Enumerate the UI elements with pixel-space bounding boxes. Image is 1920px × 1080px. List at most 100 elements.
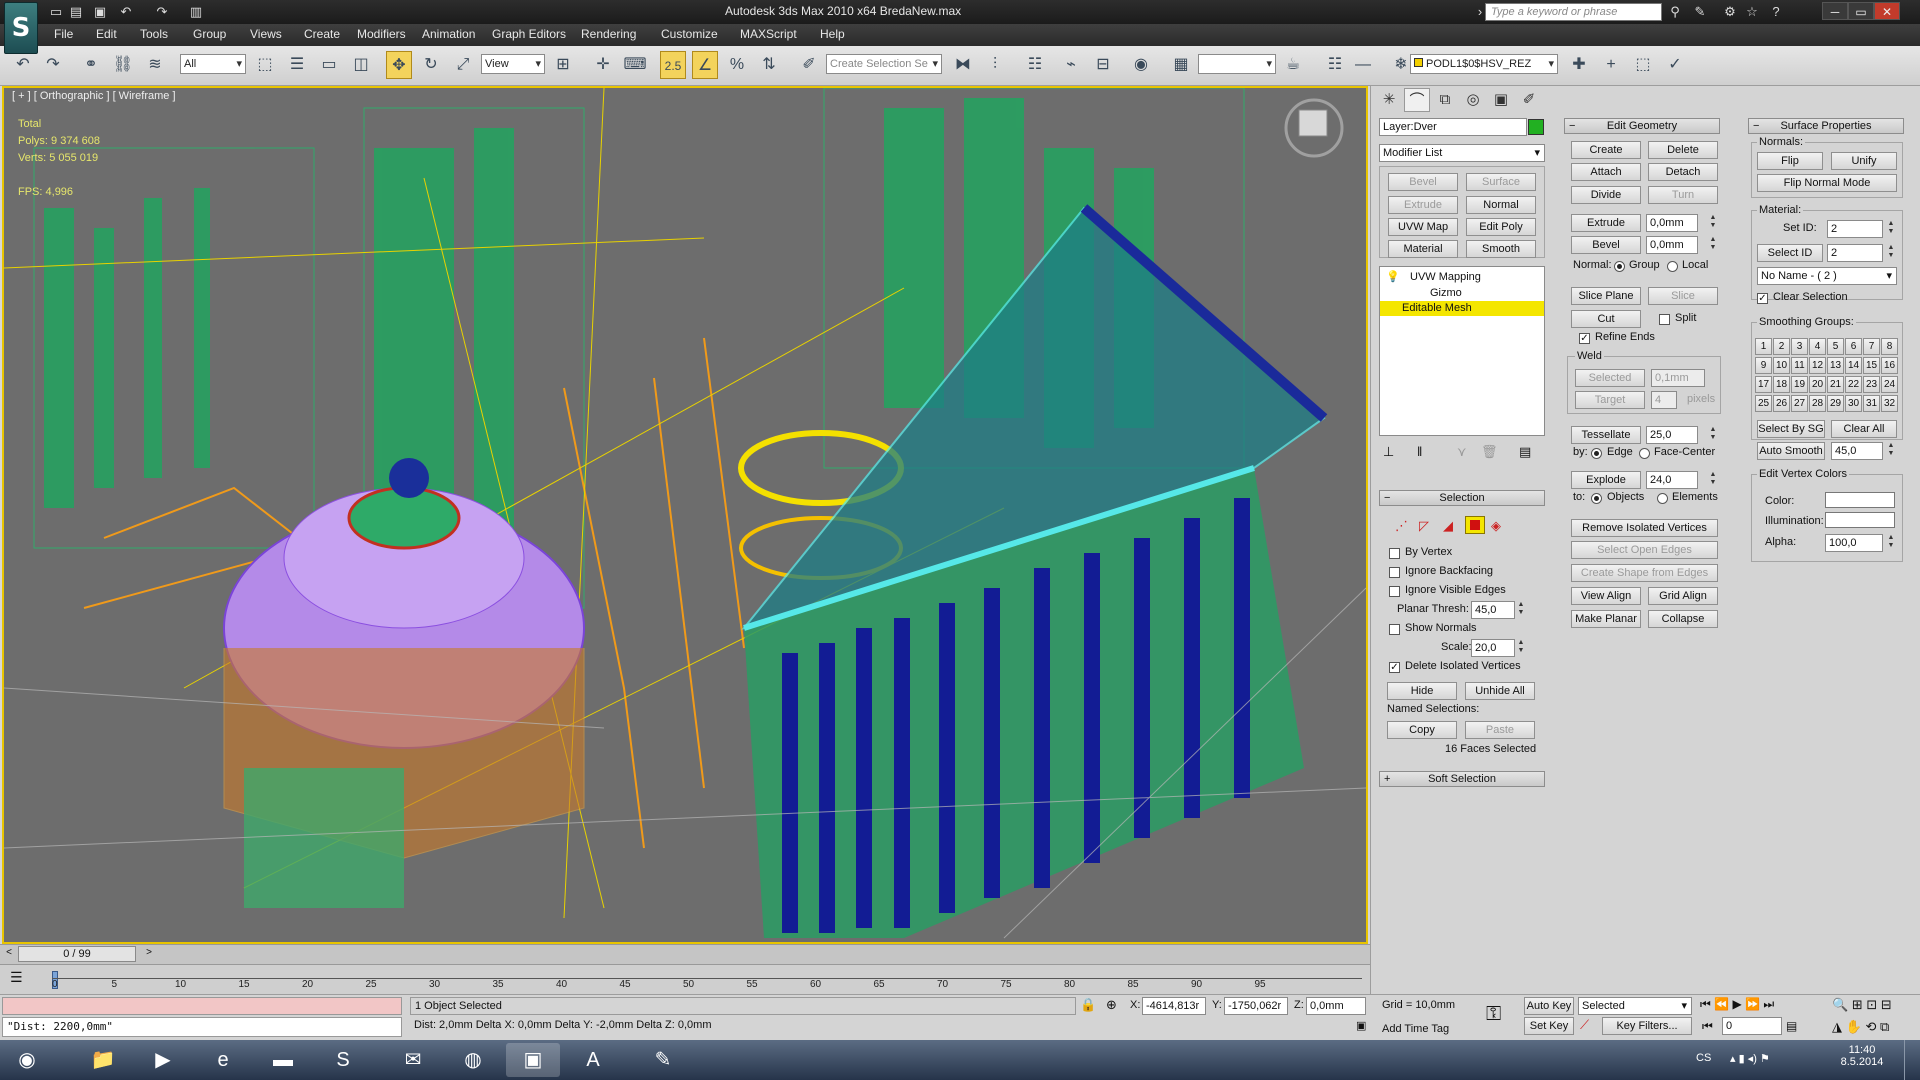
current-layer-dropdown[interactable]: PODL1$0$HSV_REZ: [1410, 54, 1558, 74]
menu-file[interactable]: File: [54, 27, 73, 41]
modify-tab-icon[interactable]: ⌒: [1404, 88, 1430, 112]
smoothing-group-28-button[interactable]: 28: [1809, 395, 1826, 412]
open-file-icon[interactable]: ▤: [66, 3, 86, 21]
z-coord-input[interactable]: 0,0mm: [1306, 997, 1366, 1015]
auto-smooth-spinner[interactable]: ▲ ▼: [1887, 442, 1895, 460]
grid-align-button[interactable]: Grid Align: [1648, 587, 1718, 605]
create-shape-from-edges-button[interactable]: Create Shape from Edges: [1571, 564, 1718, 582]
render-preset-dropdown[interactable]: [1198, 54, 1276, 74]
viewport-orthographic[interactable]: [ + ] [ Orthographic ] [ Wireframe ] Tot…: [2, 86, 1368, 944]
zoom-extents-icon[interactable]: ⊡: [1866, 997, 1877, 1012]
set-id-input[interactable]: 2: [1827, 220, 1883, 238]
previous-frame-icon[interactable]: ⏪: [1714, 997, 1729, 1011]
schematic-view-icon[interactable]: ⊟: [1090, 51, 1116, 79]
weld-target-pixels-input[interactable]: 4: [1651, 391, 1677, 409]
select-and-link-icon[interactable]: ⚭: [78, 51, 104, 79]
view-align-button[interactable]: View Align: [1571, 587, 1641, 605]
mirror-icon[interactable]: ⧓: [950, 51, 976, 79]
edge-subobject-icon[interactable]: ◸: [1419, 518, 1429, 534]
smoothing-group-17-button[interactable]: 17: [1755, 376, 1772, 393]
current-frame-input[interactable]: 0: [1722, 1017, 1782, 1035]
ignore-backfacing-checkbox[interactable]: [1389, 567, 1400, 578]
rectangular-selection-icon[interactable]: ▭: [316, 51, 342, 79]
alpha-input[interactable]: 100,0: [1825, 534, 1883, 552]
zoom-icon[interactable]: 🔍: [1832, 997, 1848, 1012]
select-in-layer-icon[interactable]: ⬚: [1630, 51, 1656, 79]
menu-views[interactable]: Views: [250, 27, 282, 41]
go-to-end-icon[interactable]: ⏭: [1763, 997, 1774, 1011]
explode-elements-radio[interactable]: [1657, 493, 1668, 504]
smoothing-group-12-button[interactable]: 12: [1809, 357, 1826, 374]
smoothing-group-4-button[interactable]: 4: [1809, 338, 1826, 355]
soft-selection-rollout-header[interactable]: + Soft Selection: [1379, 771, 1545, 787]
field-of-view-icon[interactable]: ◮: [1832, 1019, 1842, 1034]
notes-icon[interactable]: ✎: [636, 1043, 690, 1077]
normal-local-radio[interactable]: [1667, 261, 1678, 272]
smoothing-group-7-button[interactable]: 7: [1863, 338, 1880, 355]
configure-modifier-sets-icon[interactable]: ▤: [1519, 444, 1531, 460]
extrude-mod-button[interactable]: Extrude: [1388, 196, 1458, 214]
cut-button[interactable]: Cut: [1571, 310, 1641, 328]
illumination-color-swatch[interactable]: [1825, 512, 1895, 528]
material-editor-icon[interactable]: ◉: [1128, 51, 1154, 79]
new-file-icon[interactable]: ▭: [46, 3, 66, 21]
key-tangent-icon[interactable]: ⟋: [1580, 1017, 1589, 1033]
reference-coordinate-dropdown[interactable]: View: [481, 54, 545, 74]
select-object-icon[interactable]: ⬚: [252, 51, 278, 79]
auto-smooth-button[interactable]: Auto Smooth: [1757, 442, 1825, 460]
split-checkbox[interactable]: [1659, 314, 1670, 325]
material-mod-button[interactable]: Material: [1388, 240, 1458, 258]
smoothing-group-31-button[interactable]: 31: [1863, 395, 1880, 412]
select-id-spinner[interactable]: ▲ ▼: [1887, 244, 1895, 262]
motion-tab-icon[interactable]: ◎: [1460, 88, 1486, 112]
weld-selected-button[interactable]: Selected: [1575, 369, 1645, 387]
polygon-subobject-icon[interactable]: [1465, 516, 1485, 534]
selection-filter-dropdown[interactable]: All: [180, 54, 246, 74]
viewport-label[interactable]: [ + ] [ Orthographic ] [ Wireframe ]: [12, 90, 176, 102]
go-to-start-icon[interactable]: ⏮: [1700, 997, 1711, 1011]
clear-selection-checkbox[interactable]: ✓: [1757, 293, 1768, 304]
slice-plane-button[interactable]: Slice Plane: [1571, 287, 1641, 305]
smoothing-group-9-button[interactable]: 9: [1755, 357, 1772, 374]
refine-ends-checkbox[interactable]: ✓: [1579, 333, 1590, 344]
select-and-manipulate-icon[interactable]: ✛: [590, 51, 616, 79]
add-time-tag-icon[interactable]: ▣: [1356, 1019, 1366, 1032]
bulb-icon[interactable]: 💡: [1386, 270, 1400, 283]
smoothing-group-8-button[interactable]: 8: [1881, 338, 1898, 355]
normal-mod-button[interactable]: Normal: [1466, 196, 1536, 214]
menu-group[interactable]: Group: [193, 27, 226, 41]
select-and-move-icon[interactable]: ✥: [386, 51, 412, 79]
y-coord-input[interactable]: -1750,062r: [1224, 997, 1288, 1015]
make-planar-button[interactable]: Make Planar: [1571, 610, 1641, 628]
normal-group-radio[interactable]: [1614, 261, 1625, 272]
layer-visibility-icon[interactable]: —: [1350, 51, 1376, 79]
maximize-viewport-icon[interactable]: ⧉: [1880, 1019, 1889, 1034]
menu-edit[interactable]: Edit: [96, 27, 117, 41]
collapse-button[interactable]: Collapse: [1648, 610, 1718, 628]
skype-icon[interactable]: S: [316, 1043, 370, 1077]
smoothing-group-22-button[interactable]: 22: [1845, 376, 1862, 393]
mini-curve-editor-icon[interactable]: ☰: [10, 969, 23, 986]
edit-named-selection-icon[interactable]: ✐: [796, 51, 822, 79]
explode-button[interactable]: Explode: [1571, 471, 1641, 489]
set-id-spinner[interactable]: ▲ ▼: [1887, 220, 1895, 238]
face-subobject-icon[interactable]: ◢: [1443, 518, 1453, 534]
pin-stack-icon[interactable]: ⊥: [1383, 444, 1394, 460]
smoothing-group-5-button[interactable]: 5: [1827, 338, 1844, 355]
smoothing-group-1-button[interactable]: 1: [1755, 338, 1772, 355]
smoothing-group-26-button[interactable]: 26: [1773, 395, 1790, 412]
media-player-icon[interactable]: ▶: [136, 1043, 190, 1077]
clear-all-button[interactable]: Clear All: [1831, 420, 1897, 438]
scale-input[interactable]: 20,0: [1471, 639, 1515, 657]
gizmo-stack-item[interactable]: Gizmo: [1430, 287, 1462, 299]
explode-objects-radio[interactable]: [1591, 493, 1602, 504]
bind-space-warp-icon[interactable]: ≋: [142, 51, 168, 79]
redo-icon[interactable]: ↷: [152, 3, 172, 21]
time-configuration-icon[interactable]: ▤: [1786, 1019, 1797, 1033]
menu-modifiers[interactable]: Modifiers: [357, 27, 406, 41]
file-explorer-icon[interactable]: 📁: [76, 1043, 130, 1077]
maxscript-listener-white[interactable]: "Dist: 2200,0mm": [2, 1017, 402, 1037]
by-vertex-checkbox[interactable]: [1389, 548, 1400, 559]
set-current-layer-icon[interactable]: ✓: [1662, 51, 1688, 79]
create-button[interactable]: Create: [1571, 141, 1641, 159]
